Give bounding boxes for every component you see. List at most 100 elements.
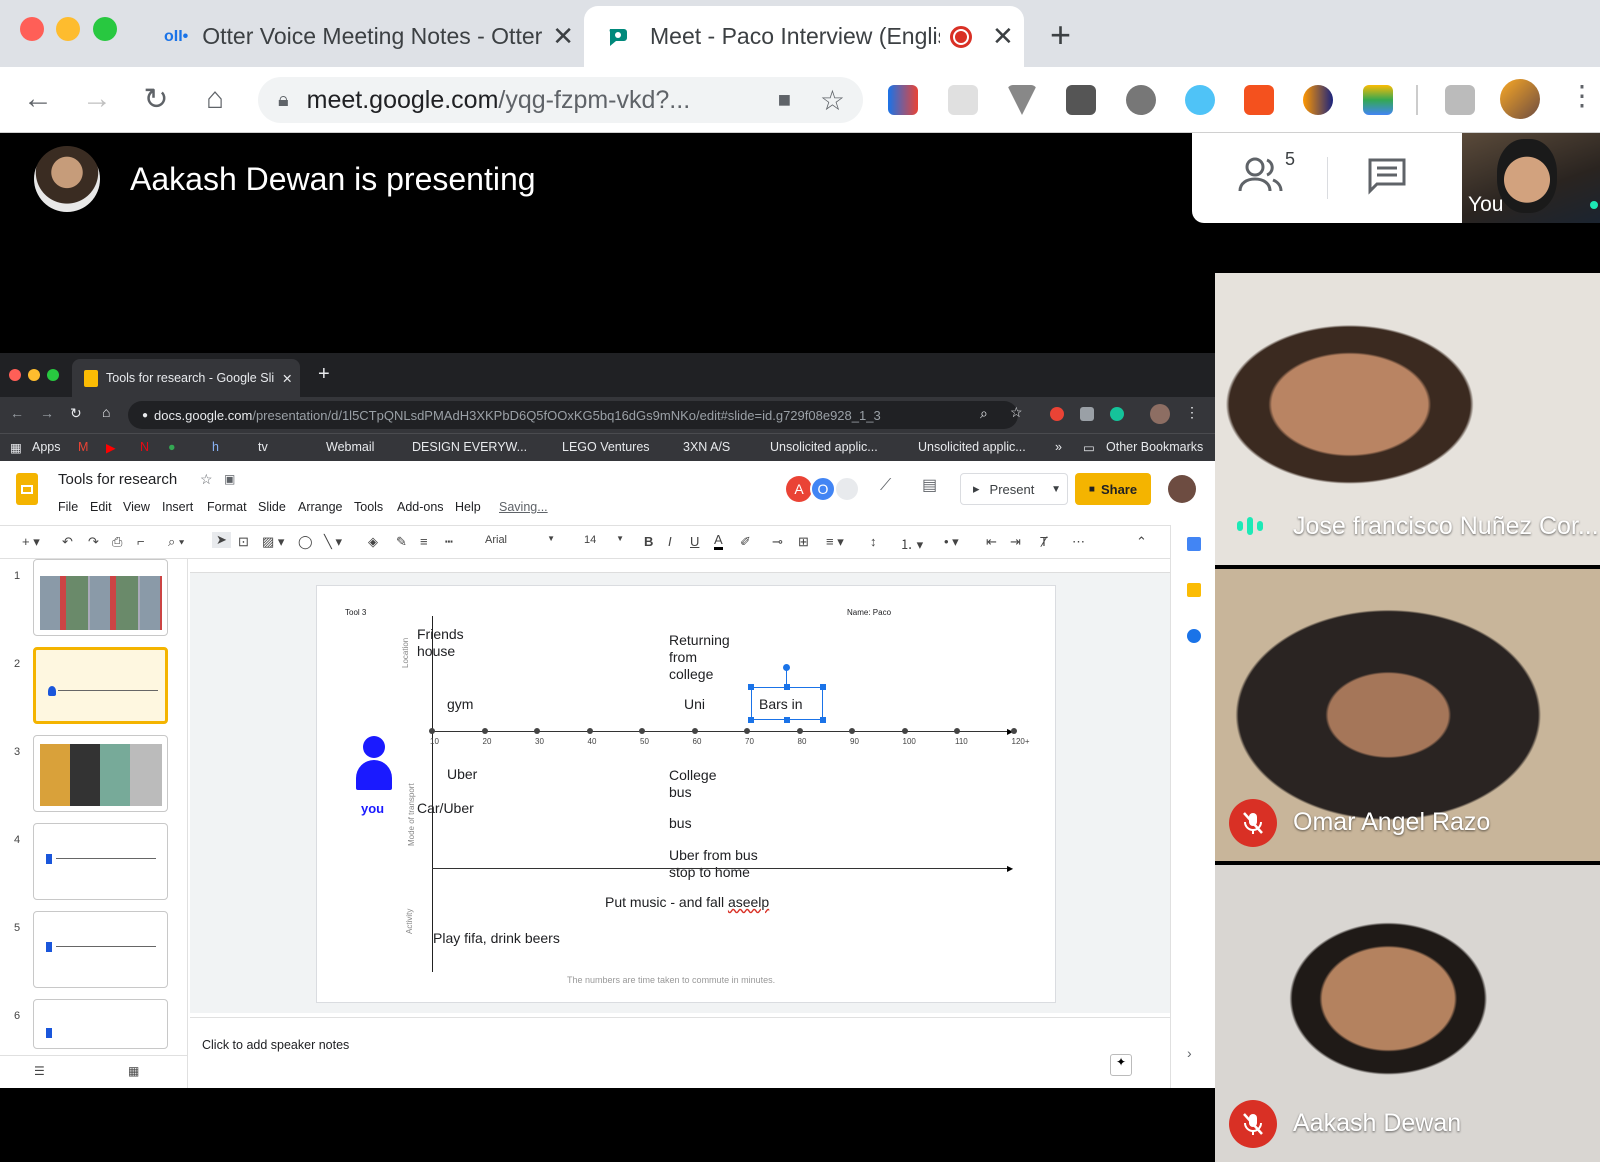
browser-menu-icon[interactable]: ⋮ xyxy=(1568,79,1596,112)
youtube-icon: ▶ xyxy=(106,441,116,455)
timeline-line xyxy=(56,946,156,947)
inner-close-dot xyxy=(9,369,21,381)
comment-icon: ⊞ xyxy=(798,534,809,549)
slide-filmstrip: 1 2 3 4 5 6 ☰ ▦ xyxy=(0,559,188,1088)
font-name: Arial xyxy=(485,534,508,546)
footnote-text: The numbers are time taken to commute in… xyxy=(567,975,776,985)
new-tab-button[interactable]: + xyxy=(1050,14,1071,56)
camera-icon[interactable]: ■ xyxy=(778,87,791,113)
person-icon xyxy=(355,736,393,792)
border-weight-icon: ≡ xyxy=(420,534,428,549)
participant-tile-jose[interactable]: Jose francisco Nuñez Cor... xyxy=(1215,273,1600,565)
bookmark-lego: LEGO Ventures xyxy=(562,440,650,454)
slides-toolbar: + ▾ ↶ ↷ ⎙ ⌐ ⌕ ▾ ➤ ⊡ ▨ ▾ ◯ ╲ ▾ ◈ ✎ ≡ ┅ Ar… xyxy=(0,525,1170,559)
font-size-select: 14 ▼ xyxy=(584,534,624,546)
reload-icon[interactable]: ↻ xyxy=(136,79,176,119)
person-icon xyxy=(46,1028,52,1038)
divider-arrow-icon: ▶ xyxy=(1007,864,1014,873)
link-icon: ⊸ xyxy=(772,534,783,549)
timeline-tick-dot xyxy=(744,728,750,734)
close-icon[interactable]: ✕ xyxy=(552,21,574,52)
timeline-tick-dot xyxy=(534,728,540,734)
minimize-window-button[interactable] xyxy=(56,17,80,41)
browser-toolbar: ← → ↻ ⌂ 🔒︎ meet.google.com /yqg-fzpm-vkd… xyxy=(0,67,1600,133)
address-bar[interactable]: 🔒︎ meet.google.com /yqg-fzpm-vkd?... ■ ☆ xyxy=(258,77,863,123)
activity-divider-axis xyxy=(432,868,1010,869)
chat-button[interactable] xyxy=(1367,157,1407,200)
profile-avatar[interactable] xyxy=(1500,79,1540,119)
participant-tile-omar[interactable]: Omar Angel Razo xyxy=(1215,569,1600,861)
friends-house-text: Friends house xyxy=(417,626,464,659)
extension-icon-6[interactable] xyxy=(1185,85,1215,115)
resize-handle xyxy=(820,717,826,723)
close-window-button[interactable] xyxy=(20,17,44,41)
star-icon[interactable]: ☆ xyxy=(820,84,845,117)
star-icon: ☆ xyxy=(200,471,213,487)
slide-thumbnail-3 xyxy=(33,735,168,812)
menu-file: File xyxy=(58,500,79,514)
maximize-window-button[interactable] xyxy=(93,17,117,41)
bookmark-webmail: Webmail xyxy=(326,440,375,454)
timeline-axis xyxy=(432,731,1012,732)
tab-meet[interactable]: Meet - Paco Interview (English ✕ xyxy=(584,6,1024,67)
put-music-prefix: Put music - and fall xyxy=(605,894,728,910)
meet-controls: 5 xyxy=(1192,133,1462,223)
menu-icon: ⋮ xyxy=(1185,404,1199,420)
people-button[interactable]: 5 xyxy=(1237,149,1297,201)
increase-indent-icon: ⇥ xyxy=(1010,534,1021,549)
comments-icon: ▤ xyxy=(922,477,938,494)
shared-tab-bar: Tools for research - Google Sli ✕ + xyxy=(0,353,1215,397)
resize-handle xyxy=(820,684,826,690)
extension-icon-9[interactable] xyxy=(1363,85,1393,115)
forward-icon[interactable]: → xyxy=(77,79,117,119)
collaborator-avatar: A xyxy=(786,476,812,502)
uber-text: Uber xyxy=(447,766,478,782)
selected-textbox: Bars in xyxy=(748,664,826,723)
chevron-down-icon: ▼ xyxy=(1051,483,1061,495)
bookmarks-overflow: » xyxy=(1055,440,1062,454)
resize-handle xyxy=(784,684,790,690)
timeline-tick-label: 100 xyxy=(902,737,916,746)
shared-screen: Tools for research - Google Sli ✕ + ← → … xyxy=(0,353,1215,1088)
speaking-indicator-icon xyxy=(1237,517,1263,535)
extension-icon-3[interactable] xyxy=(1007,85,1037,115)
apps-grid-icon: ▦ xyxy=(10,441,22,455)
person-icon xyxy=(46,854,52,864)
timeline-tick-label: 120+ xyxy=(1011,737,1030,746)
more-icon: ⋯ xyxy=(1072,534,1085,549)
print-icon: ⎙ xyxy=(112,534,123,549)
extension-icon-2[interactable] xyxy=(948,85,978,115)
lock-icon: 🔒︎ xyxy=(278,88,289,111)
tasks-icon xyxy=(1187,629,1201,643)
close-icon[interactable]: ✕ xyxy=(992,21,1014,52)
media-control-icon[interactable] xyxy=(1445,85,1475,115)
filmstrip-view-toggle: ☰ ▦ xyxy=(0,1055,188,1088)
self-video-tile[interactable]: You xyxy=(1462,133,1600,223)
border-dash-icon: ┅ xyxy=(445,534,453,549)
tab-otter[interactable]: oII• Otter Voice Meeting Notes - Otter ✕ xyxy=(150,6,580,67)
menu-help: Help xyxy=(455,500,481,514)
extension-icon-8[interactable] xyxy=(1303,85,1333,115)
uni-text: Uni xyxy=(684,696,706,712)
extension-icon-4[interactable] xyxy=(1066,85,1096,115)
present-button: ▸ Present ▼ xyxy=(960,473,1068,505)
resize-handle xyxy=(748,684,754,690)
extension-icon-7[interactable] xyxy=(1244,85,1274,115)
participant-tile-aakash[interactable]: Aakash Dewan xyxy=(1215,865,1600,1162)
home-icon[interactable]: ⌂ xyxy=(195,79,235,119)
slide-thumbnail-1 xyxy=(33,559,168,636)
uber-from-bus-text: Uber from bus stop to home xyxy=(669,847,758,880)
presenting-text: Aakash Dewan is presenting xyxy=(130,161,536,197)
back-icon[interactable]: ← xyxy=(18,79,58,119)
bars-text: Bars in xyxy=(759,696,803,712)
home-icon: ⌂ xyxy=(102,404,111,420)
shape-icon: ◯ xyxy=(298,534,313,549)
tab-otter-title: Otter Voice Meeting Notes - Otter xyxy=(202,23,543,49)
photo-grid xyxy=(40,744,162,806)
play-icon: ● xyxy=(168,440,176,454)
timeline-tick-dot xyxy=(1010,728,1017,734)
speaker-notes: Click to add speaker notes ✦ xyxy=(190,1017,1170,1088)
extension-icon-1[interactable] xyxy=(888,85,918,115)
gear-extension-icon[interactable] xyxy=(1126,85,1156,115)
list-view-icon: ☰ xyxy=(34,1064,45,1078)
